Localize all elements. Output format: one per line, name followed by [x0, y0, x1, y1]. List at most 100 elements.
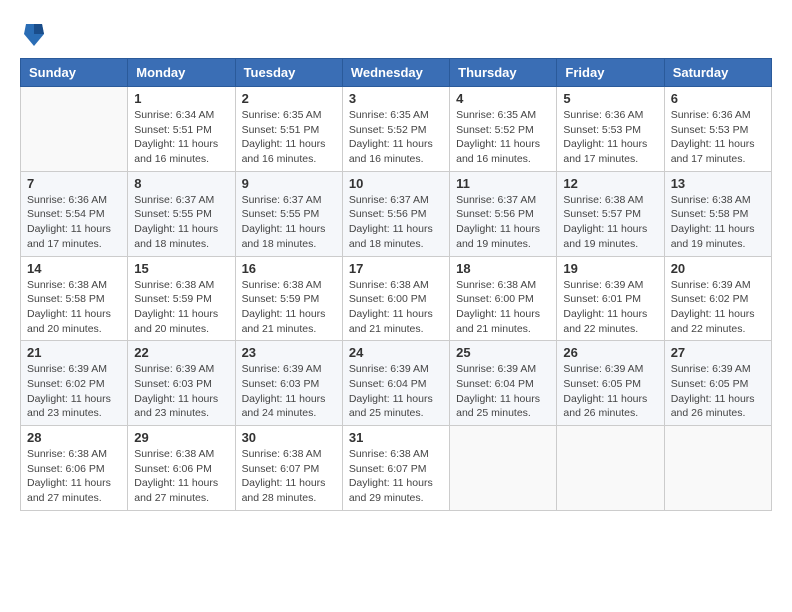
day-info: Sunrise: 6:39 AMSunset: 6:05 PMDaylight:…	[563, 362, 657, 421]
calendar-cell: 30 Sunrise: 6:38 AMSunset: 6:07 PMDayligh…	[235, 426, 342, 511]
day-info: Sunrise: 6:38 AMSunset: 6:00 PMDaylight:…	[349, 278, 443, 337]
calendar-cell: 1Sunrise: 6:34 AMSunset: 5:51 PMDaylight…	[128, 87, 235, 172]
day-info: Sunrise: 6:38 AMSunset: 6:06 PMDaylight:…	[27, 447, 121, 506]
day-info: Sunrise: 6:38 AMSunset: 5:58 PMDaylight:…	[27, 278, 121, 337]
day-number: 15	[134, 261, 228, 276]
day-info: Sunrise: 6:38 AMSunset: 6:00 PMDaylight:…	[456, 278, 550, 337]
day-number: 2	[242, 91, 336, 106]
calendar-cell: 24 Sunrise: 6:39 AMSunset: 6:04 PMDayligh…	[342, 341, 449, 426]
day-number: 31	[349, 430, 443, 445]
day-of-week-header: Thursday	[450, 59, 557, 87]
day-info: Sunrise: 6:37 AMSunset: 5:56 PMDaylight:…	[349, 193, 443, 252]
calendar-cell: 29 Sunrise: 6:38 AMSunset: 6:06 PMDayligh…	[128, 426, 235, 511]
days-of-week-row: SundayMondayTuesdayWednesdayThursdayFrid…	[21, 59, 772, 87]
logo	[20, 20, 52, 48]
calendar-cell	[557, 426, 664, 511]
day-number: 13	[671, 176, 765, 191]
calendar-week-row: 7 Sunrise: 6:36 AMSunset: 5:54 PMDaylight…	[21, 171, 772, 256]
calendar-cell: 18Sunrise: 6:38 AMSunset: 6:00 PMDayligh…	[450, 256, 557, 341]
day-number: 7	[27, 176, 121, 191]
day-info: Sunrise: 6:37 AMSunset: 5:55 PMDaylight:…	[134, 193, 228, 252]
day-number: 21	[27, 345, 121, 360]
day-of-week-header: Friday	[557, 59, 664, 87]
day-number: 27	[671, 345, 765, 360]
calendar-cell: 26Sunrise: 6:39 AMSunset: 6:05 PMDayligh…	[557, 341, 664, 426]
calendar-cell: 15 Sunrise: 6:38 AMSunset: 5:59 PMDayligh…	[128, 256, 235, 341]
day-info: Sunrise: 6:38 AMSunset: 5:59 PMDaylight:…	[242, 278, 336, 337]
day-info: Sunrise: 6:35 AMSunset: 5:52 PMDaylight:…	[456, 108, 550, 167]
day-of-week-header: Monday	[128, 59, 235, 87]
day-number: 4	[456, 91, 550, 106]
day-of-week-header: Tuesday	[235, 59, 342, 87]
calendar-cell: 25Sunrise: 6:39 AMSunset: 6:04 PMDayligh…	[450, 341, 557, 426]
day-info: Sunrise: 6:39 AMSunset: 6:02 PMDaylight:…	[671, 278, 765, 337]
day-of-week-header: Sunday	[21, 59, 128, 87]
day-info: Sunrise: 6:38 AMSunset: 6:06 PMDaylight:…	[134, 447, 228, 506]
calendar-cell: 20 Sunrise: 6:39 AMSunset: 6:02 PMDayligh…	[664, 256, 771, 341]
day-info: Sunrise: 6:38 AMSunset: 6:07 PMDaylight:…	[349, 447, 443, 506]
calendar-table: SundayMondayTuesdayWednesdayThursdayFrid…	[20, 58, 772, 511]
calendar-cell: 14 Sunrise: 6:38 AMSunset: 5:58 PMDayligh…	[21, 256, 128, 341]
day-info: Sunrise: 6:37 AMSunset: 5:56 PMDaylight:…	[456, 193, 550, 252]
calendar-cell: 21 Sunrise: 6:39 AMSunset: 6:02 PMDayligh…	[21, 341, 128, 426]
calendar-week-row: 21 Sunrise: 6:39 AMSunset: 6:02 PMDayligh…	[21, 341, 772, 426]
calendar-cell: 16 Sunrise: 6:38 AMSunset: 5:59 PMDayligh…	[235, 256, 342, 341]
calendar-cell	[21, 87, 128, 172]
day-info: Sunrise: 6:38 AMSunset: 5:58 PMDaylight:…	[671, 193, 765, 252]
day-number: 25	[456, 345, 550, 360]
day-number: 11	[456, 176, 550, 191]
calendar-cell: 2Sunrise: 6:35 AMSunset: 5:51 PMDaylight…	[235, 87, 342, 172]
calendar-cell: 4 Sunrise: 6:35 AMSunset: 5:52 PMDaylight…	[450, 87, 557, 172]
logo-icon	[22, 20, 46, 48]
day-number: 29	[134, 430, 228, 445]
day-number: 3	[349, 91, 443, 106]
day-info: Sunrise: 6:39 AMSunset: 6:04 PMDaylight:…	[349, 362, 443, 421]
day-info: Sunrise: 6:34 AMSunset: 5:51 PMDaylight:…	[134, 108, 228, 167]
day-of-week-header: Saturday	[664, 59, 771, 87]
calendar-week-row: 14 Sunrise: 6:38 AMSunset: 5:58 PMDayligh…	[21, 256, 772, 341]
day-info: Sunrise: 6:39 AMSunset: 6:05 PMDaylight:…	[671, 362, 765, 421]
calendar-cell: 3 Sunrise: 6:35 AMSunset: 5:52 PMDaylight…	[342, 87, 449, 172]
calendar-cell: 17Sunrise: 6:38 AMSunset: 6:00 PMDayligh…	[342, 256, 449, 341]
calendar-cell: 13 Sunrise: 6:38 AMSunset: 5:58 PMDayligh…	[664, 171, 771, 256]
day-info: Sunrise: 6:39 AMSunset: 6:02 PMDaylight:…	[27, 362, 121, 421]
calendar-week-row: 28 Sunrise: 6:38 AMSunset: 6:06 PMDayligh…	[21, 426, 772, 511]
calendar-cell: 22Sunrise: 6:39 AMSunset: 6:03 PMDayligh…	[128, 341, 235, 426]
day-info: Sunrise: 6:38 AMSunset: 6:07 PMDaylight:…	[242, 447, 336, 506]
day-number: 8	[134, 176, 228, 191]
day-number: 5	[563, 91, 657, 106]
calendar-cell: 8 Sunrise: 6:37 AMSunset: 5:55 PMDaylight…	[128, 171, 235, 256]
day-info: Sunrise: 6:38 AMSunset: 5:57 PMDaylight:…	[563, 193, 657, 252]
calendar-header: SundayMondayTuesdayWednesdayThursdayFrid…	[21, 59, 772, 87]
day-of-week-header: Wednesday	[342, 59, 449, 87]
day-number: 20	[671, 261, 765, 276]
calendar-cell	[450, 426, 557, 511]
calendar-body: 1Sunrise: 6:34 AMSunset: 5:51 PMDaylight…	[21, 87, 772, 511]
day-number: 16	[242, 261, 336, 276]
calendar-cell: 9Sunrise: 6:37 AMSunset: 5:55 PMDaylight…	[235, 171, 342, 256]
calendar-cell: 6 Sunrise: 6:36 AMSunset: 5:53 PMDaylight…	[664, 87, 771, 172]
day-info: Sunrise: 6:36 AMSunset: 5:54 PMDaylight:…	[27, 193, 121, 252]
calendar-cell	[664, 426, 771, 511]
day-number: 12	[563, 176, 657, 191]
day-info: Sunrise: 6:35 AMSunset: 5:52 PMDaylight:…	[349, 108, 443, 167]
day-info: Sunrise: 6:39 AMSunset: 6:01 PMDaylight:…	[563, 278, 657, 337]
calendar-cell: 12 Sunrise: 6:38 AMSunset: 5:57 PMDayligh…	[557, 171, 664, 256]
calendar-cell: 7 Sunrise: 6:36 AMSunset: 5:54 PMDaylight…	[21, 171, 128, 256]
day-number: 6	[671, 91, 765, 106]
day-info: Sunrise: 6:38 AMSunset: 5:59 PMDaylight:…	[134, 278, 228, 337]
day-info: Sunrise: 6:36 AMSunset: 5:53 PMDaylight:…	[563, 108, 657, 167]
day-number: 10	[349, 176, 443, 191]
day-number: 14	[27, 261, 121, 276]
day-number: 28	[27, 430, 121, 445]
calendar-cell: 11 Sunrise: 6:37 AMSunset: 5:56 PMDayligh…	[450, 171, 557, 256]
calendar-cell: 10 Sunrise: 6:37 AMSunset: 5:56 PMDayligh…	[342, 171, 449, 256]
day-number: 30	[242, 430, 336, 445]
day-info: Sunrise: 6:39 AMSunset: 6:03 PMDaylight:…	[242, 362, 336, 421]
day-number: 24	[349, 345, 443, 360]
day-number: 19	[563, 261, 657, 276]
day-info: Sunrise: 6:36 AMSunset: 5:53 PMDaylight:…	[671, 108, 765, 167]
calendar-cell: 31 Sunrise: 6:38 AMSunset: 6:07 PMDayligh…	[342, 426, 449, 511]
calendar-cell: 23Sunrise: 6:39 AMSunset: 6:03 PMDayligh…	[235, 341, 342, 426]
page-header	[20, 20, 772, 48]
